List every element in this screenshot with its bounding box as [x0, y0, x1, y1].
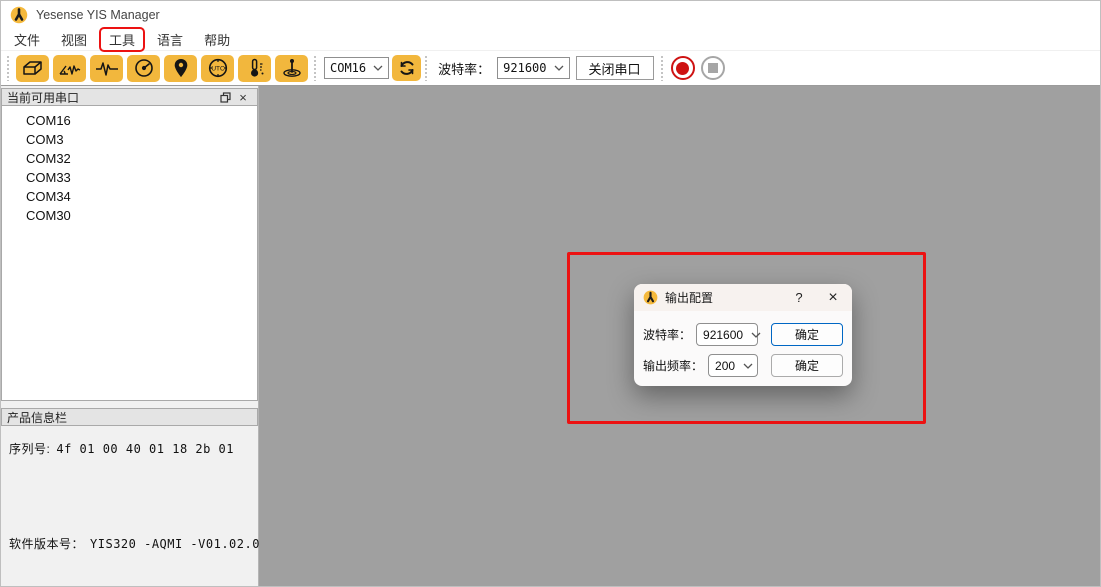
- stop-icon: [708, 63, 718, 73]
- chevron-down-icon: [373, 65, 383, 71]
- svg-text:UTC: UTC: [211, 66, 225, 73]
- gauge-icon: [131, 57, 157, 79]
- ports-panel-title: 当前可用串口: [7, 89, 79, 106]
- dialog-baud-value: 921600: [703, 328, 743, 342]
- content-area: 当前可用串口 × COM16COM3COM32COM33COM34COM30 产…: [1, 86, 1100, 587]
- ports-panel-header: 当前可用串口 ×: [1, 88, 258, 106]
- title-bar: Yesense YIS Manager: [1, 1, 1100, 29]
- port-select[interactable]: COM16: [324, 57, 389, 79]
- dialog-close-button[interactable]: ×: [823, 288, 843, 308]
- stop-button[interactable]: [701, 56, 725, 80]
- port-list-item[interactable]: COM32: [2, 149, 257, 168]
- toolbar-drag-handle[interactable]: [660, 55, 665, 81]
- dialog-logo-icon: [643, 290, 658, 305]
- port-list: COM16COM3COM32COM33COM34COM30: [1, 106, 258, 401]
- dialog-title: 输出配置: [665, 289, 789, 306]
- float-panel-button[interactable]: [216, 90, 234, 105]
- dialog-baud-select[interactable]: 921600: [696, 323, 758, 346]
- toolbar-drag-handle[interactable]: [6, 55, 11, 81]
- thermometer-icon: [242, 57, 268, 79]
- location-pin-icon: [168, 57, 194, 79]
- baud-rate-label: 波特率：: [438, 59, 490, 78]
- float-window-icon: [220, 92, 231, 103]
- software-version-label: 软件版本号：: [9, 535, 84, 552]
- port-list-item[interactable]: COM33: [2, 168, 257, 187]
- toolbar: UTC COM16: [1, 51, 1100, 86]
- menu-item-tools[interactable]: 工具: [99, 27, 145, 52]
- record-icon: [676, 62, 689, 75]
- port-list-item[interactable]: COM34: [2, 187, 257, 206]
- baud-confirm-button[interactable]: 确定: [771, 323, 843, 346]
- dialog-help-button[interactable]: ?: [789, 288, 809, 308]
- toolbar-drag-handle[interactable]: [313, 55, 318, 81]
- port-list-item[interactable]: COM30: [2, 206, 257, 225]
- menu-bar: 文件 视图 工具 语言 帮助: [1, 29, 1100, 51]
- info-panel-header: 产品信息栏: [1, 408, 258, 426]
- angle-plot-button[interactable]: [53, 55, 86, 82]
- port-list-item[interactable]: COM16: [2, 111, 257, 130]
- serial-number-label: 序列号:: [9, 440, 50, 457]
- serial-number-value: 4f 01 00 40 01 18 2b 01: [56, 442, 234, 456]
- baud-rate-row: 波特率： 921600 确定: [643, 323, 843, 346]
- location-button[interactable]: [164, 55, 197, 82]
- sidebar: 当前可用串口 × COM16COM3COM32COM33COM34COM30 产…: [1, 86, 259, 587]
- serial-number-line: 序列号: 4f 01 00 40 01 18 2b 01: [9, 440, 250, 457]
- utc-clock-button[interactable]: UTC: [201, 55, 234, 82]
- thermometer-button[interactable]: [238, 55, 271, 82]
- dialog-output-rate-value: 200: [715, 359, 735, 373]
- pin-stand-icon: [279, 57, 305, 79]
- menu-item-file[interactable]: 文件: [5, 28, 49, 51]
- baud-rate-value: 921600: [503, 61, 546, 75]
- chevron-down-icon: [735, 363, 753, 369]
- dialog-body: 波特率： 921600 确定 输出频率： 200: [634, 311, 852, 377]
- gauge-button[interactable]: [127, 55, 160, 82]
- port-select-value: COM16: [330, 61, 366, 75]
- close-serial-port-button[interactable]: 关闭串口: [576, 56, 654, 80]
- workspace: 输出配置 ? × 波特率： 921600 确定: [259, 86, 1100, 587]
- refresh-ports-button[interactable]: [392, 55, 421, 81]
- port-list-item[interactable]: COM3: [2, 130, 257, 149]
- menu-item-language[interactable]: 语言: [148, 28, 192, 51]
- output-rate-confirm-button[interactable]: 确定: [771, 354, 843, 377]
- close-panel-button[interactable]: ×: [234, 90, 252, 105]
- app-logo-icon: [10, 6, 28, 24]
- info-panel-title: 产品信息栏: [7, 409, 67, 426]
- waveform-plot-button[interactable]: [90, 55, 123, 82]
- window-title: Yesense YIS Manager: [36, 8, 160, 22]
- menu-item-view[interactable]: 视图: [52, 28, 96, 51]
- dialog-output-rate-label: 输出频率：: [643, 357, 703, 374]
- angle-waveform-icon: [57, 57, 83, 79]
- baud-rate-select[interactable]: 921600: [497, 57, 569, 79]
- dialog-title-bar[interactable]: 输出配置 ? ×: [634, 284, 852, 311]
- chevron-down-icon: [554, 65, 564, 71]
- output-rate-row: 输出频率： 200 确定: [643, 354, 843, 377]
- panel-splitter[interactable]: [1, 401, 258, 408]
- dialog-output-rate-select[interactable]: 200: [708, 354, 758, 377]
- chevron-down-icon: [743, 332, 761, 338]
- close-icon: ×: [239, 91, 247, 104]
- record-button[interactable]: [671, 56, 695, 80]
- product-info-area: 序列号: 4f 01 00 40 01 18 2b 01 软件版本号： YIS3…: [1, 426, 258, 587]
- software-version-line: 软件版本号： YIS320 -AQMI -V01.02.03;: [9, 535, 250, 552]
- cube-3d-icon: [20, 57, 46, 79]
- app-window: Yesense YIS Manager 文件 视图 工具 语言 帮助: [0, 0, 1101, 587]
- utc-clock-icon: UTC: [205, 57, 231, 79]
- refresh-icon: [397, 59, 417, 77]
- toolbar-drag-handle[interactable]: [424, 55, 429, 81]
- menu-item-help[interactable]: 帮助: [195, 28, 239, 51]
- pin-stand-button[interactable]: [275, 55, 308, 82]
- output-config-dialog: 输出配置 ? × 波特率： 921600 确定: [634, 284, 852, 386]
- view-3d-button[interactable]: [16, 55, 49, 82]
- dialog-baud-label: 波特率：: [643, 326, 691, 343]
- software-version-value: YIS320 -AQMI -V01.02.03;: [90, 537, 275, 551]
- waveform-icon: [94, 57, 120, 79]
